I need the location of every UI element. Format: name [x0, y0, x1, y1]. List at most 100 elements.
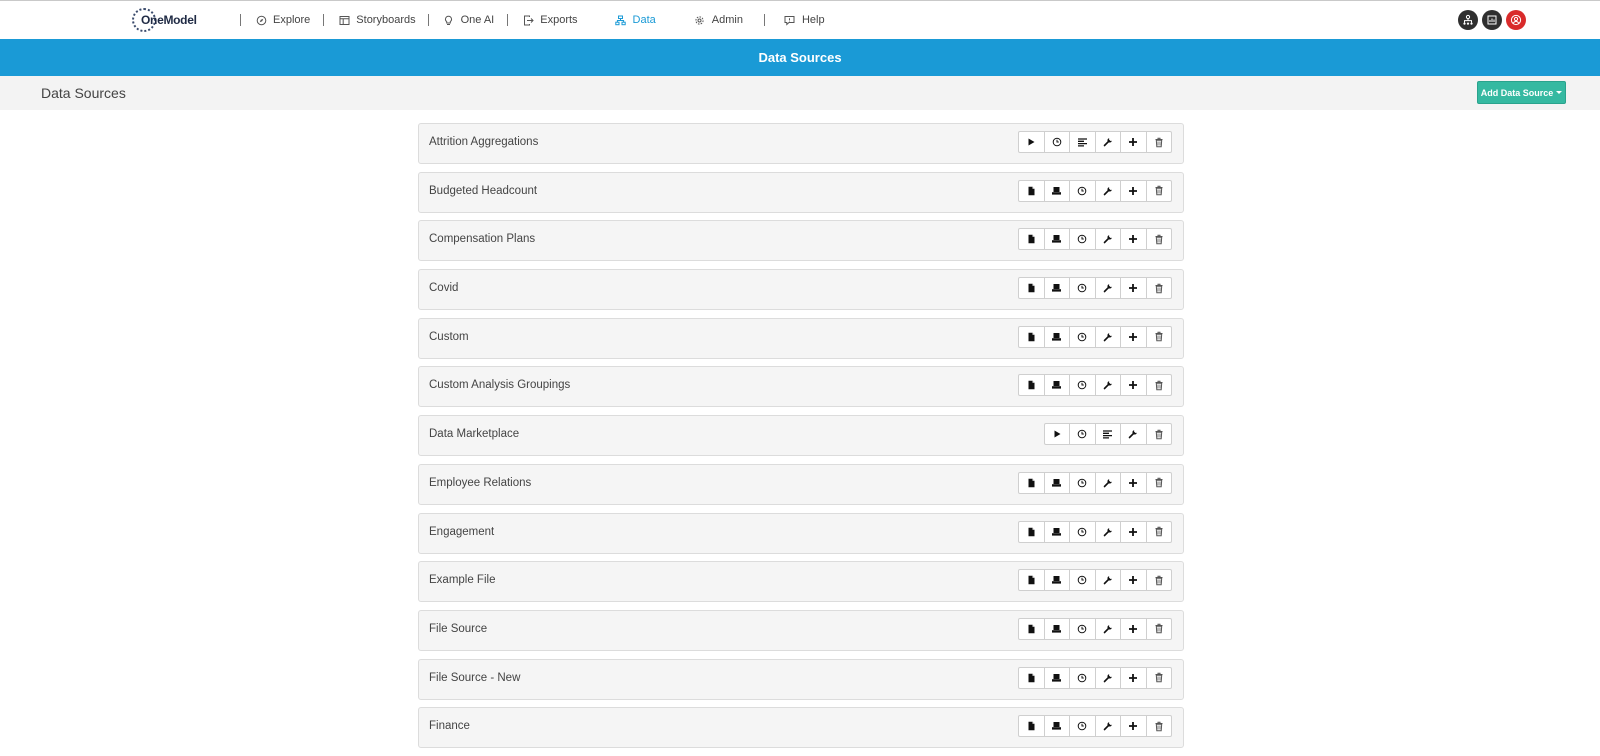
list-button[interactable]: [1069, 131, 1096, 153]
stack-button[interactable]: [1043, 617, 1070, 640]
file-button[interactable]: [1018, 617, 1045, 640]
trash-button[interactable]: [1145, 325, 1172, 348]
data-source-name[interactable]: Covid: [429, 282, 458, 294]
clock-button[interactable]: [1069, 325, 1096, 348]
nav-item-exports[interactable]: Exports: [521, 1, 578, 39]
file-button[interactable]: [1018, 715, 1045, 738]
nav-item-storyboards[interactable]: Storyboards: [337, 1, 416, 39]
play-button[interactable]: [1043, 423, 1070, 446]
org-chart-icon[interactable]: [1458, 10, 1478, 30]
wrench-button[interactable]: [1120, 423, 1147, 446]
plus-button[interactable]: [1120, 520, 1147, 543]
data-source-name[interactable]: File Source: [429, 623, 487, 635]
add-data-source-button[interactable]: Add Data Source: [1477, 81, 1566, 104]
clock-button[interactable]: [1069, 471, 1096, 494]
data-source-name[interactable]: Budgeted Headcount: [429, 185, 537, 197]
trash-button[interactable]: [1145, 715, 1172, 738]
wrench-button[interactable]: [1094, 179, 1121, 202]
clock-button[interactable]: [1069, 569, 1096, 592]
stack-button[interactable]: [1043, 179, 1070, 202]
wrench-button[interactable]: [1094, 374, 1121, 397]
wrench-button[interactable]: [1094, 131, 1121, 153]
data-source-name[interactable]: Compensation Plans: [429, 233, 535, 245]
wrench-button[interactable]: [1094, 325, 1121, 348]
plus-button[interactable]: [1120, 715, 1147, 738]
plus-button[interactable]: [1120, 666, 1147, 689]
plus-button[interactable]: [1120, 569, 1147, 592]
file-button[interactable]: [1018, 666, 1045, 689]
nav-item-data[interactable]: Data: [614, 1, 656, 39]
clock-button[interactable]: [1069, 228, 1096, 251]
trash-button[interactable]: [1145, 228, 1172, 251]
file-button[interactable]: [1018, 471, 1045, 494]
file-button[interactable]: [1018, 277, 1045, 300]
data-source-name[interactable]: Data Marketplace: [429, 428, 519, 440]
clock-button[interactable]: [1069, 374, 1096, 397]
stack-button[interactable]: [1043, 666, 1070, 689]
plus-button[interactable]: [1120, 374, 1147, 397]
trash-button[interactable]: [1145, 277, 1172, 300]
clock-button[interactable]: [1069, 277, 1096, 300]
wrench-button[interactable]: [1094, 666, 1121, 689]
data-source-name[interactable]: Example File: [429, 574, 495, 586]
trash-button[interactable]: [1145, 520, 1172, 543]
stack-button[interactable]: [1043, 471, 1070, 494]
clock-button[interactable]: [1069, 520, 1096, 543]
nav-item-explore[interactable]: Explore: [254, 1, 310, 39]
stack-button[interactable]: [1043, 715, 1070, 738]
trash-button[interactable]: [1145, 666, 1172, 689]
user-icon[interactable]: [1506, 10, 1526, 30]
plus-button[interactable]: [1120, 471, 1147, 494]
clock-button[interactable]: [1069, 715, 1096, 738]
wrench-button[interactable]: [1094, 471, 1121, 494]
stack-button[interactable]: [1043, 228, 1070, 251]
nav-item-admin[interactable]: Admin: [693, 1, 743, 39]
clock-button[interactable]: [1069, 617, 1096, 640]
trash-button[interactable]: [1145, 374, 1172, 397]
report-icon[interactable]: [1482, 10, 1502, 30]
file-button[interactable]: [1018, 569, 1045, 592]
stack-button[interactable]: [1043, 277, 1070, 300]
file-button[interactable]: [1018, 520, 1045, 543]
clock-button[interactable]: [1069, 666, 1096, 689]
wrench-button[interactable]: [1094, 715, 1121, 738]
onemodel-logo[interactable]: OneModel: [132, 7, 197, 33]
wrench-button[interactable]: [1094, 228, 1121, 251]
plus-button[interactable]: [1120, 228, 1147, 251]
stack-button[interactable]: [1043, 374, 1070, 397]
clock-button[interactable]: [1069, 423, 1096, 446]
trash-button[interactable]: [1145, 179, 1172, 202]
wrench-button[interactable]: [1094, 569, 1121, 592]
plus-button[interactable]: [1120, 617, 1147, 640]
wrench-button[interactable]: [1094, 277, 1121, 300]
wrench-button[interactable]: [1094, 520, 1121, 543]
play-button[interactable]: [1018, 131, 1045, 153]
data-source-name[interactable]: Custom: [429, 331, 469, 343]
stack-button[interactable]: [1043, 520, 1070, 543]
file-button[interactable]: [1018, 374, 1045, 397]
plus-button[interactable]: [1120, 277, 1147, 300]
clock-button[interactable]: [1043, 131, 1070, 153]
data-source-name[interactable]: Engagement: [429, 526, 494, 538]
data-source-name[interactable]: Finance: [429, 720, 470, 732]
nav-item-help[interactable]: Help: [783, 1, 825, 39]
data-source-name[interactable]: File Source - New: [429, 672, 520, 684]
file-button[interactable]: [1018, 179, 1045, 202]
file-button[interactable]: [1018, 228, 1045, 251]
file-button[interactable]: [1018, 325, 1045, 348]
trash-button[interactable]: [1145, 131, 1172, 153]
wrench-button[interactable]: [1094, 617, 1121, 640]
clock-button[interactable]: [1069, 179, 1096, 202]
trash-button[interactable]: [1145, 423, 1172, 446]
trash-button[interactable]: [1145, 569, 1172, 592]
plus-button[interactable]: [1120, 325, 1147, 348]
list-button[interactable]: [1094, 423, 1121, 446]
trash-button[interactable]: [1145, 617, 1172, 640]
data-source-name[interactable]: Employee Relations: [429, 477, 531, 489]
stack-button[interactable]: [1043, 325, 1070, 348]
stack-button[interactable]: [1043, 569, 1070, 592]
trash-button[interactable]: [1145, 471, 1172, 494]
nav-item-one-ai[interactable]: One AI: [442, 1, 494, 39]
plus-button[interactable]: [1120, 131, 1147, 153]
data-source-name[interactable]: Attrition Aggregations: [429, 136, 538, 148]
